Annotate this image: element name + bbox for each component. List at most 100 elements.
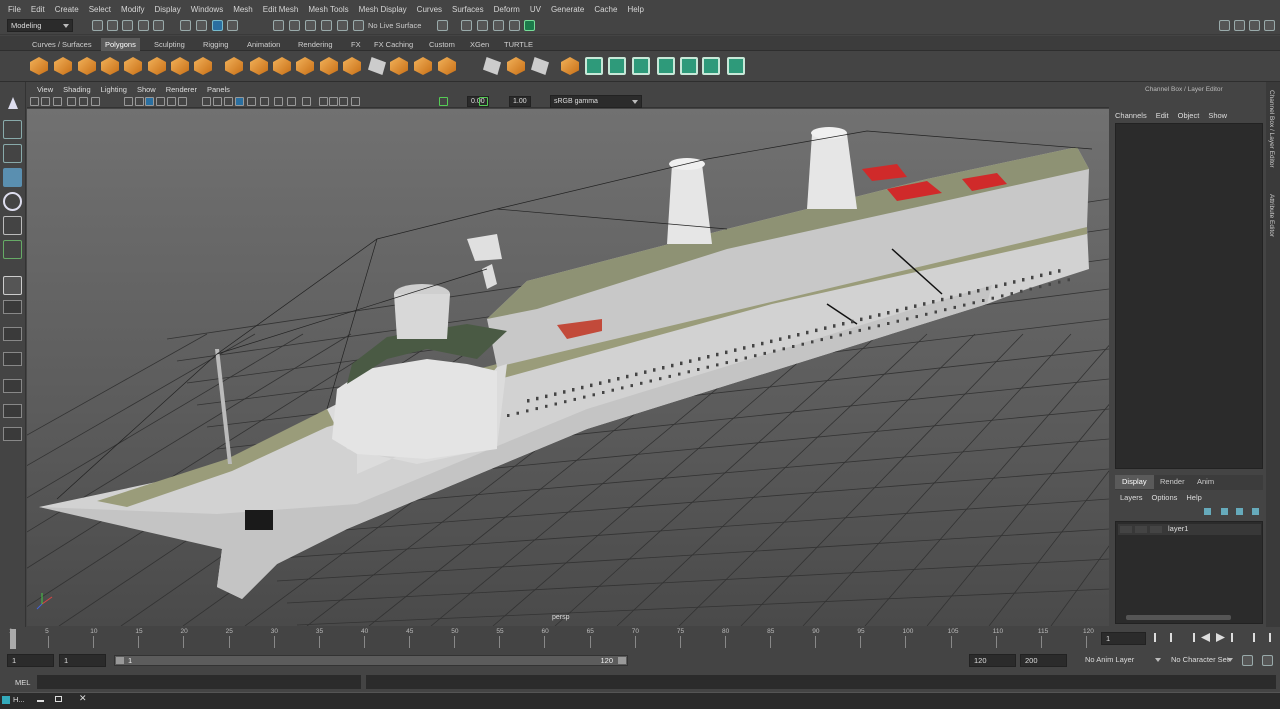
shelf-extrude-icon[interactable] xyxy=(414,57,432,75)
menu-windows[interactable]: Windows xyxy=(186,5,228,14)
modeling-toolkit-icon[interactable] xyxy=(1219,20,1230,31)
paint-select-icon[interactable] xyxy=(3,144,22,163)
2d-pan-icon[interactable] xyxy=(79,97,88,106)
far-clip-field[interactable]: 1.00 xyxy=(509,96,531,107)
shelf-cube-icon[interactable] xyxy=(54,57,72,75)
restore-icon[interactable] xyxy=(55,696,62,702)
menu-cache[interactable]: Cache xyxy=(589,5,622,14)
menu-mesh-display[interactable]: Mesh Display xyxy=(354,5,412,14)
perspective-viewport[interactable]: persp xyxy=(27,109,1109,626)
shelf-tab-rendering[interactable]: Rendering xyxy=(294,38,337,51)
minimize-icon[interactable] xyxy=(37,697,44,702)
step-back-icon[interactable] xyxy=(1170,633,1179,642)
menu-edit[interactable]: Edit xyxy=(26,5,50,14)
ship-model[interactable] xyxy=(39,127,1093,599)
range-bar[interactable]: 1 120 xyxy=(114,655,628,666)
mask-icon[interactable] xyxy=(227,20,238,31)
menu-curves[interactable]: Curves xyxy=(412,5,447,14)
layer-buttons-icon[interactable] xyxy=(1201,507,1261,516)
backface-icon[interactable] xyxy=(351,97,360,106)
shelf-tab-rigging[interactable]: Rigging xyxy=(199,38,232,51)
shelf-multi-cut-icon[interactable] xyxy=(531,57,549,75)
safe-action-icon[interactable] xyxy=(178,97,187,106)
hypershade-icon[interactable] xyxy=(509,20,520,31)
layout-four-icon[interactable] xyxy=(3,327,22,341)
time-slider[interactable]: 1510152025303540455055606570758085909510… xyxy=(0,627,1280,651)
shelf-tab-sculpting[interactable]: Sculpting xyxy=(150,38,189,51)
shelf-torus-icon[interactable] xyxy=(148,57,166,75)
camera-attr-icon[interactable] xyxy=(41,97,50,106)
smooth-shade-icon[interactable] xyxy=(213,97,222,106)
layout-outliner-icon[interactable] xyxy=(3,404,22,418)
xray-icon[interactable] xyxy=(329,97,338,106)
layer-tab-render[interactable]: Render xyxy=(1153,475,1192,489)
shelf-uv-layout-icon[interactable] xyxy=(702,57,720,75)
wireframe-icon[interactable] xyxy=(202,97,211,106)
shelf-uv-editor-icon[interactable] xyxy=(680,57,698,75)
layer-tab-anim[interactable]: Anim xyxy=(1190,475,1221,489)
viewport-menu-panels[interactable]: Panels xyxy=(202,85,235,94)
snap-view-icon[interactable] xyxy=(321,20,332,31)
last-tool-icon[interactable] xyxy=(3,276,22,295)
menu-display[interactable]: Display xyxy=(150,5,186,14)
shelf-target-weld-icon[interactable] xyxy=(561,57,579,75)
close-icon[interactable]: ✕ xyxy=(79,693,87,704)
start-time-field[interactable]: 1 xyxy=(7,654,54,667)
tab-channel-box[interactable]: Channel Box / Layer Editor xyxy=(1268,90,1275,168)
menu-modify[interactable]: Modify xyxy=(116,5,150,14)
render-frame-icon[interactable] xyxy=(461,20,472,31)
lasso-tool-icon[interactable] xyxy=(3,120,22,139)
film-gate-icon[interactable] xyxy=(135,97,144,106)
step-forward-icon[interactable] xyxy=(1246,633,1255,642)
menu-select[interactable]: Select xyxy=(84,5,116,14)
layer-scrollbar[interactable] xyxy=(1126,615,1231,620)
menu-generate[interactable]: Generate xyxy=(546,5,589,14)
exposure-icon[interactable] xyxy=(439,97,448,106)
shelf-bridge-icon[interactable] xyxy=(390,57,408,75)
layer-menu-layers[interactable]: Layers xyxy=(1120,493,1143,502)
shelf-pyramid-icon[interactable] xyxy=(171,57,189,75)
viewport-menu-renderer[interactable]: Renderer xyxy=(161,85,202,94)
history-icon[interactable] xyxy=(437,20,448,31)
aa-icon[interactable] xyxy=(302,97,311,106)
layout-more-icon[interactable] xyxy=(3,427,22,441)
shelf-plane-icon[interactable] xyxy=(124,57,142,75)
shelf-tab-custom[interactable]: Custom xyxy=(425,38,459,51)
window-title[interactable]: H... xyxy=(13,695,25,704)
redo-icon[interactable] xyxy=(153,20,164,31)
shelf-extract-icon[interactable] xyxy=(273,57,291,75)
color-space-dropdown[interactable]: sRGB gamma xyxy=(550,95,642,108)
snap-surface-icon[interactable] xyxy=(337,20,348,31)
universal-manip-icon[interactable] xyxy=(3,240,22,259)
end-time-field[interactable]: 200 xyxy=(1020,654,1067,667)
layer-menu-help[interactable]: Help xyxy=(1186,493,1201,502)
playback-start-field[interactable]: 1 xyxy=(59,654,106,667)
shelf-sphere-icon[interactable] xyxy=(30,57,48,75)
shelf-tab-animation[interactable]: Animation xyxy=(243,38,284,51)
shelf-offset-loop-icon[interactable] xyxy=(507,57,525,75)
wireframe-on-shaded-icon[interactable] xyxy=(224,97,233,106)
mode-dropdown[interactable]: Modeling xyxy=(7,19,73,32)
new-scene-icon[interactable] xyxy=(92,20,103,31)
save-scene-icon[interactable] xyxy=(122,20,133,31)
open-scene-icon[interactable] xyxy=(107,20,118,31)
grease-pencil-icon[interactable] xyxy=(91,97,100,106)
viewport-menu-view[interactable]: View xyxy=(32,85,58,94)
shadows-icon[interactable] xyxy=(260,97,269,106)
lights-icon[interactable] xyxy=(247,97,256,106)
layer-menu-options[interactable]: Options xyxy=(1152,493,1178,502)
render-view-icon[interactable] xyxy=(524,20,535,31)
gate-mask-icon[interactable] xyxy=(156,97,165,106)
resolution-gate-icon[interactable] xyxy=(145,97,154,106)
shelf-append-icon[interactable] xyxy=(438,57,456,75)
channel-menu-edit[interactable]: Edit xyxy=(1156,111,1169,120)
channel-menu-object[interactable]: Object xyxy=(1178,111,1200,120)
layer-tab-display[interactable]: Display xyxy=(1115,475,1154,489)
select-tool-icon[interactable] xyxy=(3,94,22,113)
snap-grid-icon[interactable] xyxy=(273,20,284,31)
character-set-dropdown[interactable]: No Character Set xyxy=(1168,654,1236,667)
go-to-end-icon[interactable] xyxy=(1262,633,1271,642)
menu-mesh-tools[interactable]: Mesh Tools xyxy=(303,5,353,14)
layer-list[interactable]: layer1 xyxy=(1115,521,1263,624)
shelf-uv-planar-icon[interactable] xyxy=(585,57,603,75)
